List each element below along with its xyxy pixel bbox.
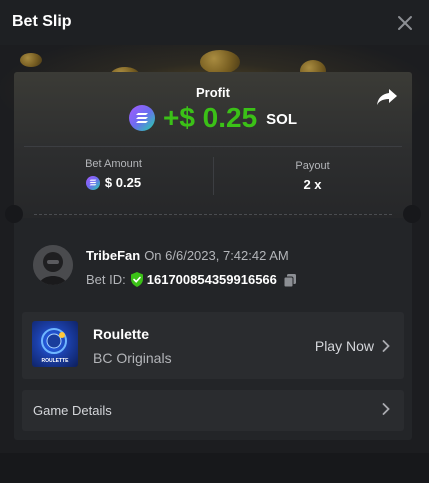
bet-id-value: 161700854359916566	[146, 272, 277, 287]
solana-icon	[85, 175, 100, 190]
ticket-divider	[34, 214, 392, 215]
profit-row: +$ 0.25 SOL	[14, 102, 412, 134]
avatar[interactable]	[33, 245, 73, 285]
solana-icon	[128, 105, 155, 131]
verified-shield-icon	[130, 272, 143, 287]
bet-amount-label: Bet Amount	[85, 158, 142, 170]
user-name[interactable]: TribeFan	[86, 248, 140, 263]
copy-icon[interactable]	[283, 273, 297, 287]
decorative-coin	[20, 53, 42, 67]
thumb-label: ROULETTE	[41, 358, 69, 364]
profit-label: Profit	[196, 85, 230, 100]
share-icon	[377, 89, 397, 105]
user-line: TribeFan On 6/6/2023, 7:42:42 AM	[86, 248, 289, 263]
bet-slip-header: Bet Slip	[0, 0, 429, 45]
profit-value: +$ 0.25	[162, 102, 258, 133]
play-now-button[interactable]: Play Now	[315, 338, 390, 354]
play-now-label: Play Now	[314, 338, 374, 354]
roulette-thumbnail: ROULETTE	[32, 321, 78, 367]
profit-currency: SOL	[266, 111, 298, 128]
chevron-right-icon	[382, 340, 390, 352]
divider	[24, 146, 402, 147]
profit-panel: Profit +$ 0.25 SOL Bet Amount $ 0.25 Pay…	[14, 72, 412, 218]
bet-card: Profit +$ 0.25 SOL Bet Amount $ 0.25 Pay…	[5, 72, 421, 440]
bet-id-label: Bet ID:	[86, 272, 126, 287]
ticket-notch	[403, 205, 421, 223]
share-button[interactable]	[376, 87, 398, 107]
payout-label: Payout	[295, 160, 330, 172]
dialog-title: Bet Slip	[12, 13, 72, 30]
game-details-label: Game Details	[33, 403, 112, 418]
game-provider: BC Originals	[93, 350, 172, 366]
ticket-notch	[5, 205, 23, 223]
decorative-coin	[200, 50, 240, 74]
bet-id-line: Bet ID: 161700854359916566	[86, 272, 297, 287]
bet-amount-stat: Bet Amount $ 0.25	[14, 158, 213, 190]
payout-stat: Payout 2 x	[213, 160, 412, 192]
game-name: Roulette	[93, 326, 149, 342]
chevron-right-icon	[382, 403, 390, 415]
game-row[interactable]: ROULETTE Roulette BC Originals Play Now	[22, 312, 404, 379]
bet-timestamp: On 6/6/2023, 7:42:42 AM	[144, 248, 289, 263]
bet-amount-value: $ 0.25	[104, 175, 142, 190]
payout-value: 2 x	[303, 177, 322, 192]
close-icon	[398, 16, 412, 30]
close-button[interactable]	[395, 13, 415, 33]
game-details-row[interactable]: Game Details	[22, 390, 404, 431]
